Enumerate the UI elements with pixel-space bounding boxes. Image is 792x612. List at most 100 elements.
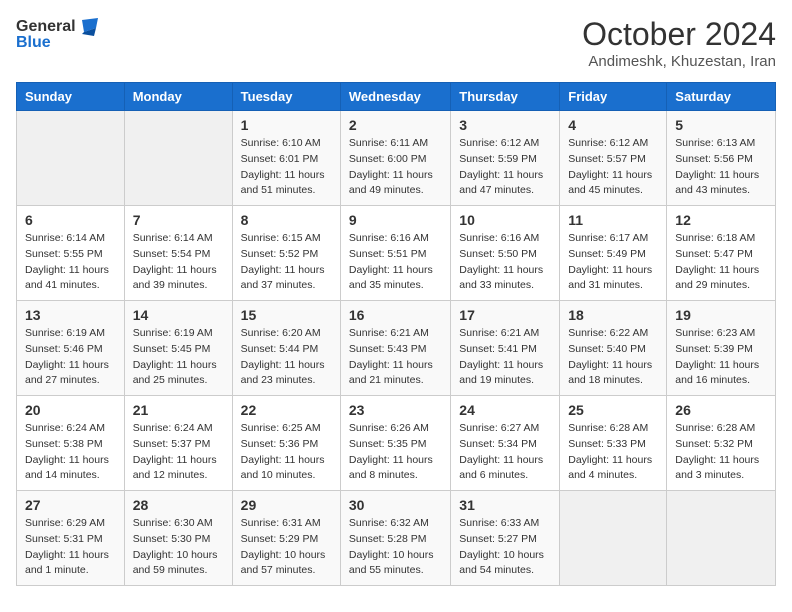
calendar-table: SundayMondayTuesdayWednesdayThursdayFrid… [16, 82, 776, 586]
logo-blue-text: Blue [16, 34, 51, 52]
day-number: 24 [459, 402, 551, 418]
day-info: Sunrise: 6:19 AMSunset: 5:45 PMDaylight:… [133, 326, 224, 389]
day-info: Sunrise: 6:29 AMSunset: 5:31 PMDaylight:… [25, 516, 116, 579]
calendar-cell: 23 Sunrise: 6:26 AMSunset: 5:35 PMDayligh… [340, 396, 450, 491]
day-number: 26 [675, 402, 767, 418]
calendar-week-row-3: 13 Sunrise: 6:19 AMSunset: 5:46 PMDayligh… [17, 301, 776, 396]
location-subtitle: Andimeshk, Khuzestan, Iran [582, 53, 776, 70]
calendar-cell: 14 Sunrise: 6:19 AMSunset: 5:45 PMDayligh… [124, 301, 232, 396]
day-info: Sunrise: 6:15 AMSunset: 5:52 PMDaylight:… [241, 231, 332, 294]
calendar-cell [124, 111, 232, 206]
day-info: Sunrise: 6:23 AMSunset: 5:39 PMDaylight:… [675, 326, 767, 389]
day-number: 13 [25, 307, 116, 323]
calendar-cell: 28 Sunrise: 6:30 AMSunset: 5:30 PMDayligh… [124, 491, 232, 586]
calendar-cell: 8Sunrise: 6:15 AMSunset: 5:52 PMDaylight… [232, 206, 340, 301]
day-info: Sunrise: 6:16 AMSunset: 5:50 PMDaylight:… [459, 231, 551, 294]
day-number: 6 [25, 212, 116, 228]
day-number: 18 [568, 307, 658, 323]
day-info: Sunrise: 6:18 AMSunset: 5:47 PMDaylight:… [675, 231, 767, 294]
calendar-cell: 25 Sunrise: 6:28 AMSunset: 5:33 PMDayligh… [560, 396, 667, 491]
day-info: Sunrise: 6:21 AMSunset: 5:41 PMDaylight:… [459, 326, 551, 389]
calendar-cell: 3Sunrise: 6:12 AMSunset: 5:59 PMDaylight… [451, 111, 560, 206]
day-number: 29 [241, 497, 332, 513]
day-number: 23 [349, 402, 442, 418]
day-number: 25 [568, 402, 658, 418]
weekday-header-row: SundayMondayTuesdayWednesdayThursdayFrid… [17, 83, 776, 111]
calendar-title-block: October 2024 Andimeshk, Khuzestan, Iran [582, 16, 776, 70]
day-number: 28 [133, 497, 224, 513]
calendar-cell: 7Sunrise: 6:14 AMSunset: 5:54 PMDaylight… [124, 206, 232, 301]
day-info: Sunrise: 6:24 AMSunset: 5:38 PMDaylight:… [25, 421, 116, 484]
day-info: Sunrise: 6:28 AMSunset: 5:32 PMDaylight:… [675, 421, 767, 484]
weekday-header-saturday: Saturday [667, 83, 776, 111]
calendar-cell: 1 Sunrise: 6:10 AMSunset: 6:01 PMDaylight… [232, 111, 340, 206]
weekday-header-thursday: Thursday [451, 83, 560, 111]
calendar-cell: 26 Sunrise: 6:28 AMSunset: 5:32 PMDayligh… [667, 396, 776, 491]
day-number: 21 [133, 402, 224, 418]
day-number: 11 [568, 212, 658, 228]
calendar-week-row-4: 20 Sunrise: 6:24 AMSunset: 5:38 PMDayligh… [17, 396, 776, 491]
calendar-cell: 4Sunrise: 6:12 AMSunset: 5:57 PMDaylight… [560, 111, 667, 206]
logo-arrow-icon [76, 16, 98, 38]
calendar-cell: 20 Sunrise: 6:24 AMSunset: 5:38 PMDayligh… [17, 396, 125, 491]
day-number: 12 [675, 212, 767, 228]
calendar-cell: 15 Sunrise: 6:20 AMSunset: 5:44 PMDayligh… [232, 301, 340, 396]
day-info: Sunrise: 6:32 AMSunset: 5:28 PMDaylight:… [349, 516, 442, 579]
day-number: 15 [241, 307, 332, 323]
day-number: 19 [675, 307, 767, 323]
day-number: 16 [349, 307, 442, 323]
weekday-header-sunday: Sunday [17, 83, 125, 111]
day-info: Sunrise: 6:33 AMSunset: 5:27 PMDaylight:… [459, 516, 551, 579]
day-info: Sunrise: 6:13 AMSunset: 5:56 PMDaylight:… [675, 136, 767, 199]
day-info: Sunrise: 6:20 AMSunset: 5:44 PMDaylight:… [241, 326, 332, 389]
day-number: 27 [25, 497, 116, 513]
calendar-cell [560, 491, 667, 586]
logo: General Blue [16, 16, 98, 52]
calendar-cell [667, 491, 776, 586]
calendar-week-row-2: 6 Sunrise: 6:14 AMSunset: 5:55 PMDaylight… [17, 206, 776, 301]
day-info: Sunrise: 6:31 AMSunset: 5:29 PMDaylight:… [241, 516, 332, 579]
day-info: Sunrise: 6:11 AMSunset: 6:00 PMDaylight:… [349, 136, 442, 199]
day-info: Sunrise: 6:28 AMSunset: 5:33 PMDaylight:… [568, 421, 658, 484]
day-info: Sunrise: 6:19 AMSunset: 5:46 PMDaylight:… [25, 326, 116, 389]
day-info: Sunrise: 6:21 AMSunset: 5:43 PMDaylight:… [349, 326, 442, 389]
calendar-cell: 22 Sunrise: 6:25 AMSunset: 5:36 PMDayligh… [232, 396, 340, 491]
calendar-cell: 31 Sunrise: 6:33 AMSunset: 5:27 PMDayligh… [451, 491, 560, 586]
day-number: 22 [241, 402, 332, 418]
day-info: Sunrise: 6:17 AMSunset: 5:49 PMDaylight:… [568, 231, 658, 294]
weekday-header-monday: Monday [124, 83, 232, 111]
calendar-cell: 18 Sunrise: 6:22 AMSunset: 5:40 PMDayligh… [560, 301, 667, 396]
calendar-cell: 5Sunrise: 6:13 AMSunset: 5:56 PMDaylight… [667, 111, 776, 206]
weekday-header-tuesday: Tuesday [232, 83, 340, 111]
day-number: 20 [25, 402, 116, 418]
day-info: Sunrise: 6:22 AMSunset: 5:40 PMDaylight:… [568, 326, 658, 389]
day-info: Sunrise: 6:14 AMSunset: 5:55 PMDaylight:… [25, 231, 116, 294]
day-info: Sunrise: 6:16 AMSunset: 5:51 PMDaylight:… [349, 231, 442, 294]
calendar-cell: 12 Sunrise: 6:18 AMSunset: 5:47 PMDayligh… [667, 206, 776, 301]
day-number: 30 [349, 497, 442, 513]
day-number: 1 [241, 117, 332, 133]
calendar-cell: 2 Sunrise: 6:11 AMSunset: 6:00 PMDaylight… [340, 111, 450, 206]
day-info: Sunrise: 6:25 AMSunset: 5:36 PMDaylight:… [241, 421, 332, 484]
month-title: October 2024 [582, 16, 776, 53]
calendar-cell: 21Sunrise: 6:24 AMSunset: 5:37 PMDayligh… [124, 396, 232, 491]
day-info: Sunrise: 6:12 AMSunset: 5:57 PMDaylight:… [568, 136, 658, 199]
calendar-cell: 13 Sunrise: 6:19 AMSunset: 5:46 PMDayligh… [17, 301, 125, 396]
calendar-cell [17, 111, 125, 206]
weekday-header-friday: Friday [560, 83, 667, 111]
day-info: Sunrise: 6:26 AMSunset: 5:35 PMDaylight:… [349, 421, 442, 484]
day-number: 3 [459, 117, 551, 133]
calendar-cell: 16 Sunrise: 6:21 AMSunset: 5:43 PMDayligh… [340, 301, 450, 396]
day-number: 14 [133, 307, 224, 323]
day-info: Sunrise: 6:27 AMSunset: 5:34 PMDaylight:… [459, 421, 551, 484]
day-info: Sunrise: 6:10 AMSunset: 6:01 PMDaylight:… [241, 136, 332, 199]
day-number: 17 [459, 307, 551, 323]
day-info: Sunrise: 6:30 AMSunset: 5:30 PMDaylight:… [133, 516, 224, 579]
day-info: Sunrise: 6:14 AMSunset: 5:54 PMDaylight:… [133, 231, 224, 294]
day-number: 2 [349, 117, 442, 133]
calendar-cell: 27 Sunrise: 6:29 AMSunset: 5:31 PMDayligh… [17, 491, 125, 586]
day-number: 9 [349, 212, 442, 228]
calendar-cell: 9 Sunrise: 6:16 AMSunset: 5:51 PMDaylight… [340, 206, 450, 301]
day-number: 31 [459, 497, 551, 513]
calendar-cell: 29 Sunrise: 6:31 AMSunset: 5:29 PMDayligh… [232, 491, 340, 586]
